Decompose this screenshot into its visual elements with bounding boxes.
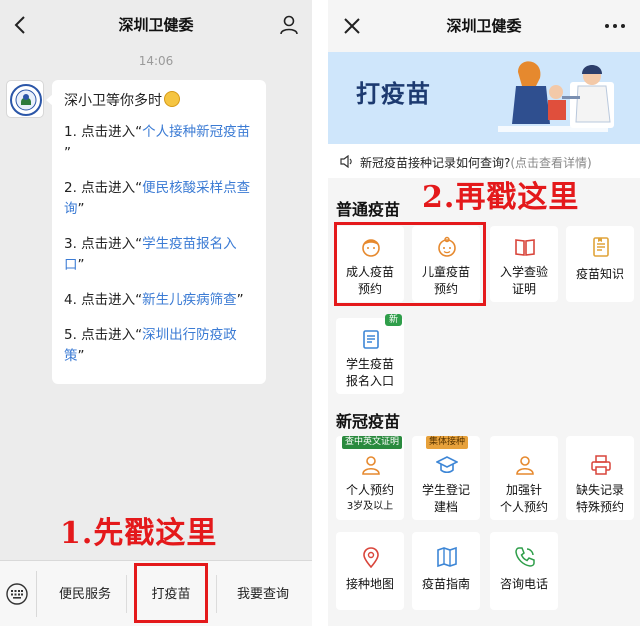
- menu-separator: [126, 575, 127, 613]
- item-prefix: 1. 点击进入“: [64, 124, 143, 140]
- vaccine-app-screen: 深圳卫健委 打疫苗 新冠疫苗接种记录如何查询?(点击查看详情) 2.再戳这里 普…: [328, 0, 640, 626]
- notice-hint[interactable]: (点击查看详情): [510, 156, 591, 170]
- user-profile-icon[interactable]: [278, 14, 300, 36]
- item-suffix: ”: [236, 292, 244, 308]
- tile-student-registration[interactable]: 集体接种 学生登记 建档: [412, 436, 480, 520]
- item-prefix: 3. 点击进入“: [64, 236, 143, 252]
- app-header: 深圳卫健委: [328, 0, 640, 54]
- item-prefix: 2. 点击进入“: [64, 180, 143, 196]
- greeting-text: 深小卫等你多时: [64, 93, 162, 109]
- hero-banner: 打疫苗: [328, 52, 640, 144]
- message-item: 4. 点击进入“新生儿疾病筛查”: [64, 290, 256, 311]
- message-item: 1. 点击进入“个人接种新冠疫苗 ”: [64, 122, 256, 164]
- tile-student-vaccine-signup[interactable]: 新 学生疫苗 报名入口: [336, 314, 404, 394]
- tile-label-line2: 个人预约: [499, 500, 548, 514]
- tile-label-line1: 入学查验: [499, 265, 548, 279]
- annotation-step-2: 2.再戳这里: [422, 180, 580, 215]
- document-icon: [593, 237, 609, 257]
- menu-separator: [216, 575, 217, 613]
- section-title-covid: 新冠疫苗: [336, 412, 401, 431]
- item-suffix: ”: [77, 257, 85, 273]
- banner-title: 打疫苗: [356, 80, 431, 108]
- tile-personal-booking[interactable]: 查中英文证明 个人预约 3岁及以上: [336, 436, 404, 520]
- tile-label-line1: 加强针: [505, 483, 542, 497]
- message-item: 3. 点击进入“学生疫苗报名入口”: [64, 234, 256, 276]
- map-pin-icon: [363, 547, 379, 568]
- app-title: 深圳卫健委: [446, 17, 522, 35]
- annotation-step-1: 1.先戳这里: [60, 516, 218, 551]
- greeting-line: 深小卫等你多时: [64, 90, 256, 112]
- tile-label-line2: 3岁及以上: [346, 501, 394, 512]
- menu-convenience-services[interactable]: 便民服务: [52, 583, 118, 602]
- phone-icon: [515, 547, 535, 567]
- person-icon: [516, 456, 534, 475]
- keyboard-icon[interactable]: [6, 583, 28, 605]
- message-item: 5. 点击进入“深圳出行防疫政策”: [64, 325, 256, 367]
- tile-label-line2: 证明: [511, 282, 536, 296]
- tile-label-line1: 接种地图: [345, 577, 394, 591]
- tile-vaccination-map[interactable]: 接种地图: [336, 532, 404, 610]
- tag-group-vaccination: 集体接种: [426, 436, 469, 449]
- smile-emoji-icon: [164, 91, 180, 107]
- more-options-icon[interactable]: [600, 14, 630, 38]
- tile-label-line1: 缺失记录: [575, 483, 624, 497]
- tile-hotline[interactable]: 咨询电话: [490, 532, 558, 610]
- map-book-icon: [437, 546, 457, 568]
- message-item: 2. 点击进入“便民核酸采样点查询”: [64, 178, 256, 220]
- person-icon: [362, 456, 380, 475]
- tile-label-line1: 学生登记: [421, 483, 470, 497]
- link-covid-vaccine[interactable]: 个人接种新冠疫苗: [142, 124, 250, 140]
- highlight-box-vaccine-booking: [334, 222, 486, 306]
- item-suffix: ”: [77, 201, 85, 217]
- vaccination-illustration: [498, 61, 614, 132]
- tile-missing-records[interactable]: 缺失记录 特殊预约: [566, 436, 634, 520]
- printer-icon: [591, 455, 611, 475]
- tile-label-line1: 个人预约: [345, 483, 394, 497]
- tile-label-line1: 学生疫苗: [345, 357, 394, 371]
- menu-divider: [36, 571, 37, 617]
- avatar[interactable]: [6, 80, 44, 118]
- menu-inquiry[interactable]: 我要查询: [230, 583, 296, 602]
- tile-booster-booking[interactable]: 加强针 个人预约: [490, 436, 558, 520]
- new-badge: 新: [384, 314, 402, 326]
- item-suffix: ”: [64, 145, 71, 161]
- section-title-regular: 普通疫苗: [336, 200, 401, 219]
- graduation-cap-icon: [436, 456, 458, 474]
- tile-label-line1: 咨询电话: [499, 577, 548, 591]
- notice-text-line: 新冠疫苗接种记录如何查询?(点击查看详情): [360, 154, 592, 171]
- item-prefix: 5. 点击进入“: [64, 327, 143, 343]
- link-newborn-screening[interactable]: 新生儿疾病筛查: [142, 292, 237, 308]
- tile-label-line2: 特殊预约: [575, 500, 624, 514]
- tile-label-line1: 疫苗知识: [575, 267, 624, 281]
- message-timestamp: 14:06: [138, 54, 174, 68]
- chat-header: 深圳卫健委: [0, 0, 312, 52]
- tag-certificate: 查中英文证明: [342, 436, 403, 449]
- item-suffix: ”: [77, 348, 85, 364]
- tile-label-line2: 报名入口: [345, 374, 394, 388]
- notice-text: 新冠疫苗接种记录如何查询?: [360, 156, 511, 170]
- official-logo-icon: [10, 84, 42, 116]
- open-book-icon: [515, 239, 535, 256]
- highlight-box-vaccinate-menu: [134, 563, 208, 623]
- message-bubble: 深小卫等你多时 1. 点击进入“个人接种新冠疫苗 ” 2. 点击进入“便民核酸采样…: [46, 80, 266, 384]
- chat-title: 深圳卫健委: [118, 16, 194, 34]
- tile-label-line1: 疫苗指南: [421, 577, 470, 591]
- chat-screen: 深圳卫健委 14:06 深小卫等你多时 1. 点击进入“个人接种新冠疫苗 ” 2.…: [0, 0, 312, 626]
- item-prefix: 4. 点击进入“: [64, 292, 143, 308]
- tile-vaccine-guide[interactable]: 疫苗指南: [412, 532, 480, 610]
- speaker-icon: [340, 155, 352, 168]
- tile-label-line2: 建档: [433, 500, 458, 514]
- tile-vaccine-knowledge[interactable]: 疫苗知识: [566, 226, 634, 302]
- clipboard-icon: [363, 330, 379, 349]
- tile-school-entry-proof[interactable]: 入学查验 证明: [490, 226, 558, 302]
